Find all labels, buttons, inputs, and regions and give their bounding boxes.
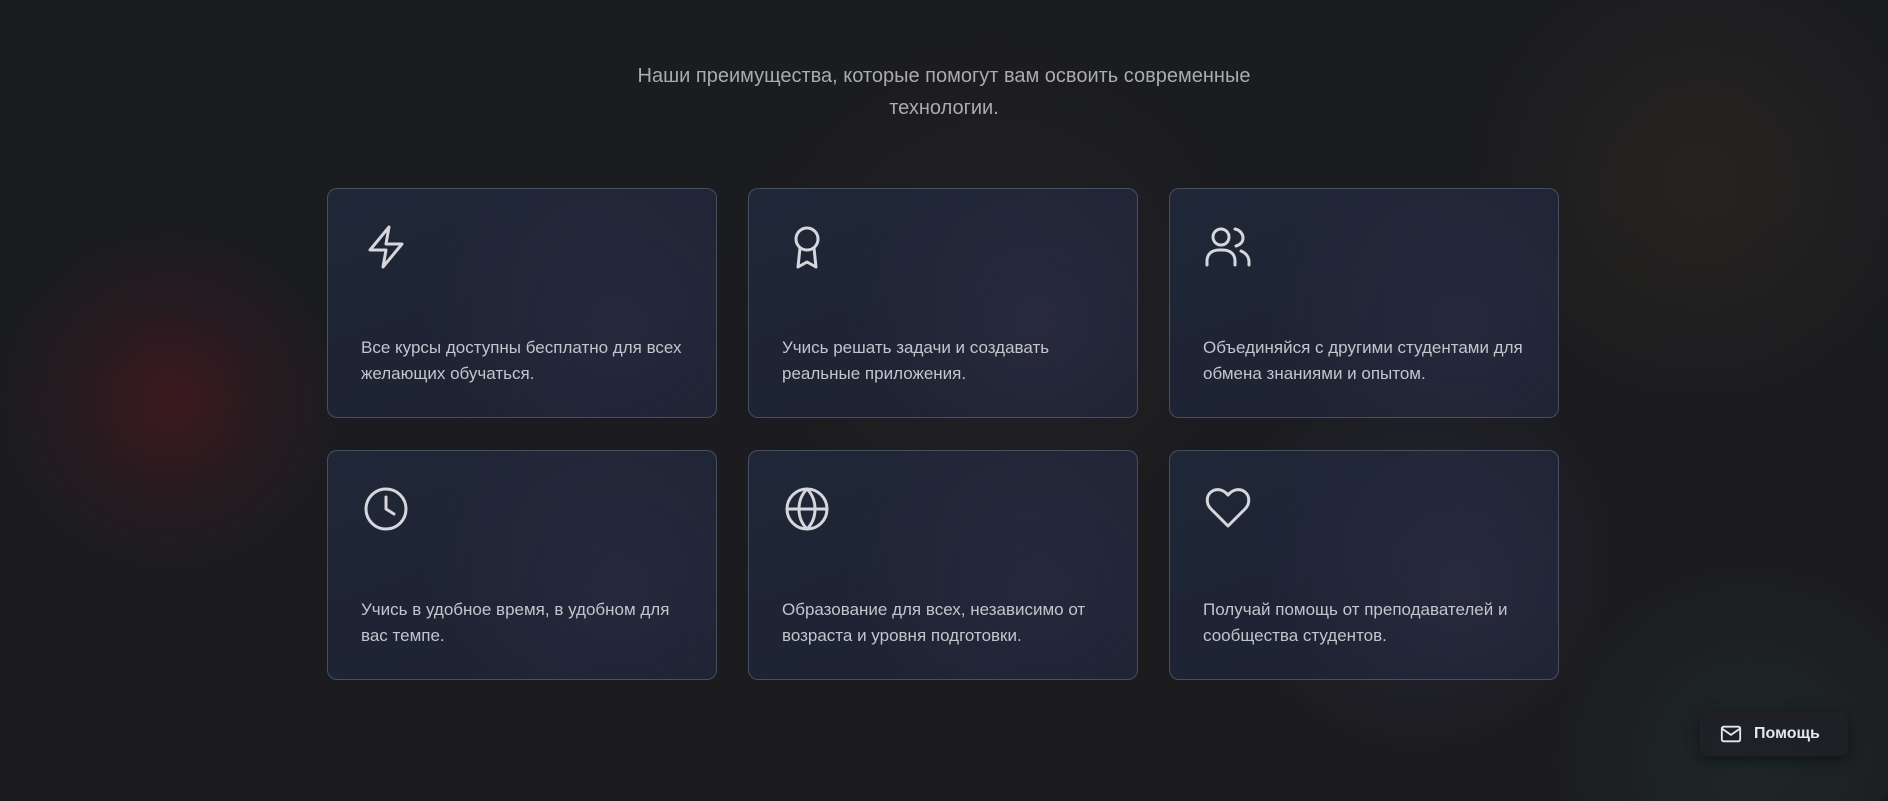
feature-card-support[interactable]: Получай помощь от преподавателей и сообщ… xyxy=(1169,450,1559,680)
feature-text: Учись в удобное время, в удобном для вас… xyxy=(361,600,670,645)
feature-text: Образование для всех, независимо от возр… xyxy=(782,600,1086,645)
globe-icon xyxy=(783,485,831,533)
heart-icon xyxy=(1204,485,1252,533)
feature-card-practice[interactable]: Учись решать задачи и создавать реальные… xyxy=(748,188,1138,418)
help-button[interactable]: Помощь xyxy=(1700,712,1848,756)
help-button-label: Помощь xyxy=(1754,725,1820,742)
award-icon xyxy=(783,223,831,271)
features-grid: Все курсы доступны бесплатно для всех же… xyxy=(327,188,1560,680)
clock-icon xyxy=(362,485,410,533)
feature-card-flexible-time[interactable]: Учись в удобное время, в удобном для вас… xyxy=(327,450,717,680)
feature-text: Объединяйся с другими студентами для обм… xyxy=(1203,338,1523,383)
feature-text: Все курсы доступны бесплатно для всех же… xyxy=(361,338,682,383)
feature-text: Учись решать задачи и создавать реальные… xyxy=(782,338,1050,383)
page: Наши преимущества, которые помогут вам о… xyxy=(0,0,1888,801)
users-icon xyxy=(1204,223,1252,271)
mail-icon xyxy=(1720,723,1742,745)
feature-text: Получай помощь от преподавателей и сообщ… xyxy=(1203,600,1508,645)
feature-card-education-for-all[interactable]: Образование для всех, независимо от возр… xyxy=(748,450,1138,680)
section-subtitle: Наши преимущества, которые помогут вам о… xyxy=(637,65,1251,119)
feature-card-community[interactable]: Объединяйся с другими студентами для обм… xyxy=(1169,188,1559,418)
lightning-icon xyxy=(362,223,410,271)
feature-card-free-courses[interactable]: Все курсы доступны бесплатно для всех же… xyxy=(327,188,717,418)
